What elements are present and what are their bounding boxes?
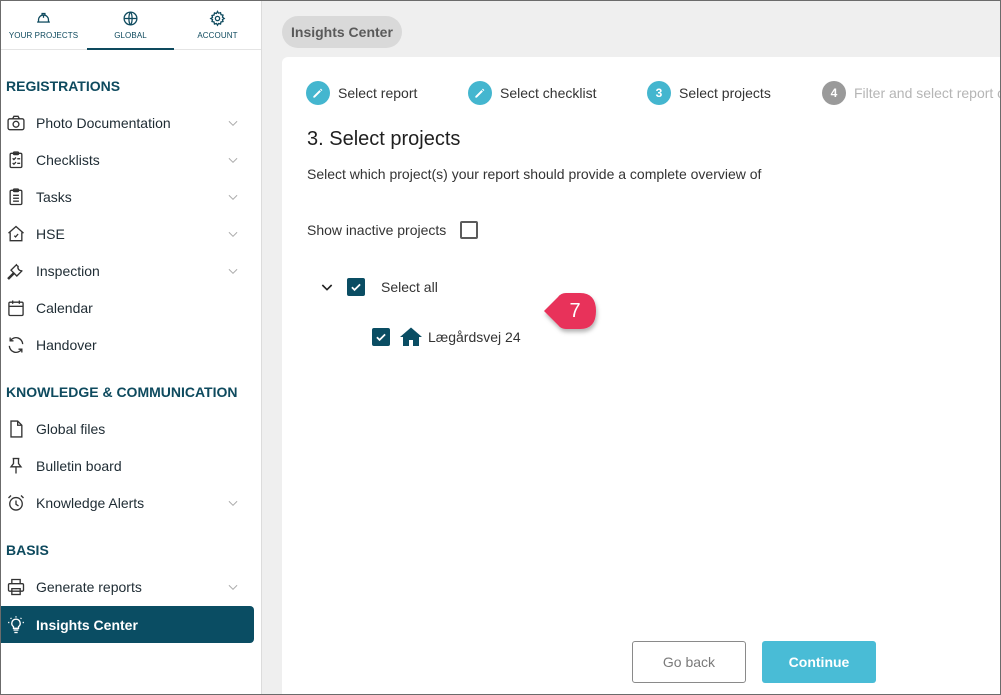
nav-global[interactable]: GLOBAL: [87, 0, 174, 50]
wrench-icon: [5, 260, 27, 282]
sidebar-item-tasks[interactable]: Tasks: [0, 178, 254, 215]
house-shield-icon: [5, 223, 27, 245]
select-all-label: Select all: [381, 279, 438, 295]
gear-icon: [209, 9, 226, 26]
house-icon: [400, 327, 422, 346]
chevron-down-icon[interactable]: [226, 153, 240, 167]
sidebar-item-photo-documentation[interactable]: Photo Documentation: [0, 104, 254, 141]
go-back-button[interactable]: Go back: [632, 641, 746, 683]
step-label: Select projects: [679, 85, 771, 101]
page-description: Select which project(s) your report shou…: [307, 166, 762, 182]
select-all-row: Select all: [319, 278, 438, 296]
show-inactive-checkbox[interactable]: [460, 221, 479, 239]
select-all-checkbox[interactable]: [347, 278, 365, 296]
sidebar-item-label: Knowledge Alerts: [36, 494, 145, 511]
printer-icon: [5, 576, 27, 598]
show-inactive-row: Show inactive projects: [307, 221, 479, 239]
sidebar-item-label: Handover: [36, 336, 97, 353]
continue-button[interactable]: Continue: [762, 641, 876, 683]
clipboard-check-icon: [5, 149, 27, 171]
nav-your-projects[interactable]: YOUR PROJECTS: [0, 0, 87, 49]
refresh-icon: [5, 334, 27, 356]
step-select-projects[interactable]: 3 Select projects: [647, 81, 771, 105]
sidebar-item-generate-reports[interactable]: Generate reports: [0, 568, 254, 605]
step-label: Select report: [338, 85, 418, 101]
sidebar-item-label: Global files: [36, 420, 106, 437]
calendar-icon: [5, 297, 27, 319]
nav-label: YOUR PROJECTS: [8, 30, 79, 40]
sidebar-item-label: Generate reports: [36, 578, 142, 595]
step-label: Select checklist: [500, 85, 597, 101]
helmet-icon: [37, 12, 50, 23]
sidebar-item-global-files[interactable]: Global files: [0, 410, 254, 447]
project-name: Lægårdsvej 24: [428, 329, 521, 345]
chevron-down-icon[interactable]: [319, 279, 335, 295]
step-filter-select-report[interactable]: 4 Filter and select report c: [822, 81, 1001, 105]
clipboard-list-icon: [5, 186, 27, 208]
nav-account[interactable]: ACCOUNT: [174, 0, 261, 49]
sidebar-item-hse[interactable]: HSE: [0, 215, 254, 252]
step-label: Filter and select report c: [854, 85, 1001, 101]
chevron-down-icon[interactable]: [226, 227, 240, 241]
pencil-icon: [468, 81, 492, 105]
callout-number: 7: [569, 299, 581, 322]
chevron-down-icon[interactable]: [226, 496, 240, 510]
page-title: 3. Select projects: [307, 128, 461, 150]
sidebar-item-inspection[interactable]: Inspection: [0, 252, 254, 289]
camera-icon: [5, 112, 27, 134]
wizard-card: Select report Select checklist 3 Select …: [282, 57, 1001, 695]
sidebar-item-label: Inspection: [36, 262, 100, 279]
nav-label: GLOBAL: [114, 30, 147, 40]
file-icon: [5, 418, 27, 440]
lightbulb-icon: [5, 614, 27, 636]
show-inactive-label: Show inactive projects: [307, 222, 447, 238]
chevron-down-icon[interactable]: [226, 190, 240, 204]
chevron-down-icon[interactable]: [226, 580, 240, 594]
sidebar: YOUR PROJECTS GLOBAL ACCOUNT REGISTRATIO…: [0, 0, 262, 695]
nav-label: ACCOUNT: [197, 30, 238, 40]
sidebar-item-checklists[interactable]: Checklists: [0, 141, 254, 178]
sidebar-item-label: Insights Center: [36, 616, 138, 633]
checkmark-icon: [376, 333, 386, 342]
chevron-down-icon[interactable]: [226, 264, 240, 278]
sidebar-item-label: Tasks: [36, 188, 72, 205]
step-select-checklist[interactable]: Select checklist: [468, 81, 596, 105]
sidebar-item-handover[interactable]: Handover: [0, 326, 254, 363]
step-number: 3: [647, 81, 671, 105]
sidebar-item-label: Photo Documentation: [36, 114, 171, 131]
sidebar-item-bulletin-board[interactable]: Bulletin board: [0, 447, 254, 484]
chevron-down-icon[interactable]: [226, 116, 240, 130]
section-registrations: REGISTRATIONS: [6, 78, 121, 94]
section-basis: BASIS: [6, 542, 49, 558]
alarm-clock-icon: [5, 492, 27, 514]
section-knowledge-communication: KNOWLEDGE & COMMUNICATION: [6, 384, 238, 400]
pin-icon: [5, 455, 27, 477]
project-checkbox[interactable]: [372, 328, 390, 346]
pencil-icon: [306, 81, 330, 105]
checkmark-icon: [351, 283, 361, 292]
sidebar-item-calendar[interactable]: Calendar: [0, 289, 254, 326]
sidebar-item-label: Bulletin board: [36, 457, 122, 474]
sidebar-item-label: Calendar: [36, 299, 93, 316]
page-breadcrumb-chip: Insights Center: [282, 16, 402, 48]
globe-icon: [123, 10, 138, 26]
top-nav: YOUR PROJECTS GLOBAL ACCOUNT: [0, 0, 261, 50]
step-select-report[interactable]: Select report: [306, 81, 417, 105]
sidebar-item-knowledge-alerts[interactable]: Knowledge Alerts: [0, 484, 254, 521]
sidebar-item-insights-center[interactable]: Insights Center: [0, 606, 254, 643]
project-row: Lægårdsvej 24: [372, 325, 521, 349]
sidebar-item-label: HSE: [36, 225, 65, 242]
step-number: 4: [822, 81, 846, 105]
sidebar-item-label: Checklists: [36, 151, 100, 168]
